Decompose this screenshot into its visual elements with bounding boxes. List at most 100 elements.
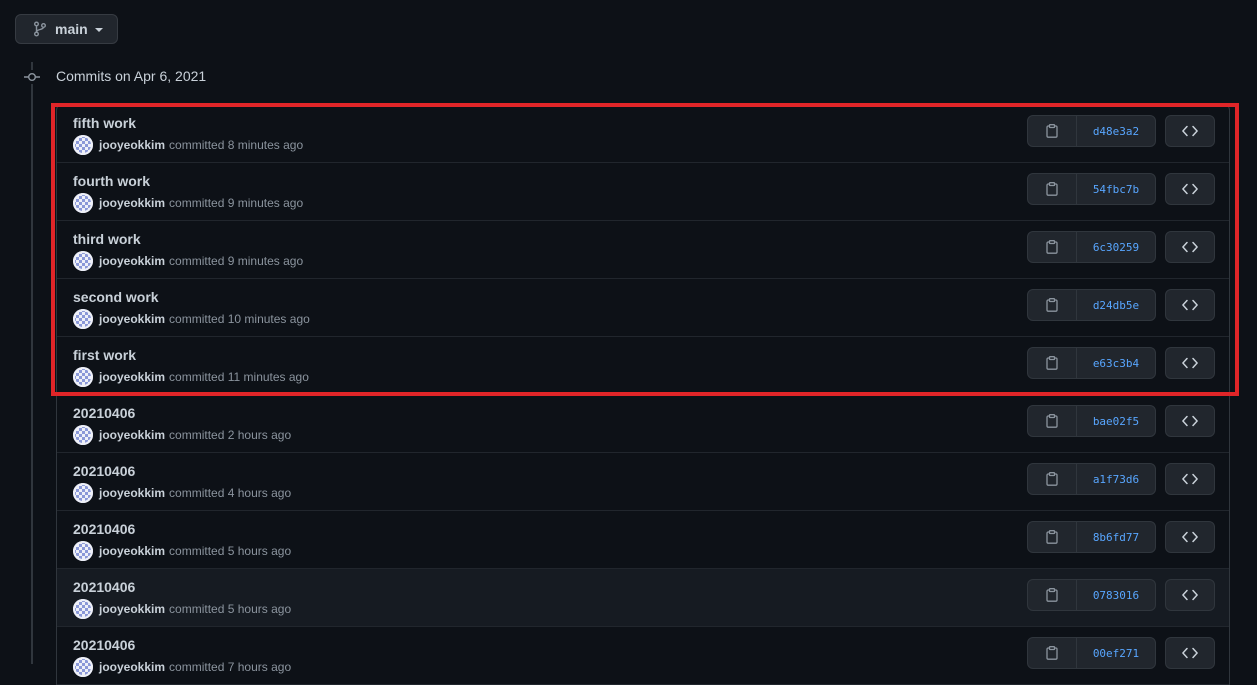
- copy-sha-button[interactable]: [1028, 522, 1077, 552]
- commit-author[interactable]: jooyeokkim: [99, 660, 165, 674]
- browse-repo-button[interactable]: [1165, 231, 1215, 263]
- commit-row: 20210406 jooyeokkim committed 5 hours ag…: [57, 569, 1229, 627]
- commit-title[interactable]: 20210406: [73, 463, 135, 479]
- commit-title[interactable]: second work: [73, 289, 159, 305]
- commit-row: fourth work jooyeokkim committed 9 minut…: [57, 163, 1229, 221]
- clipboard-icon: [1046, 472, 1058, 486]
- copy-sha-button[interactable]: [1028, 232, 1077, 262]
- commit-row: 20210406 jooyeokkim committed 2 hours ag…: [57, 395, 1229, 453]
- commit-verb: committed: [169, 428, 225, 442]
- commit-group-heading: Commits on Apr 6, 2021: [56, 68, 207, 84]
- commit-title[interactable]: 20210406: [73, 405, 135, 421]
- commit-sha-link[interactable]: 6c30259: [1077, 232, 1155, 262]
- commit-sha-link[interactable]: a1f73d6: [1077, 464, 1155, 494]
- browse-repo-button[interactable]: [1165, 579, 1215, 611]
- avatar[interactable]: [73, 251, 93, 271]
- commit-author[interactable]: jooyeokkim: [99, 196, 165, 210]
- browse-repo-button[interactable]: [1165, 173, 1215, 205]
- commit-row: 20210406 jooyeokkim committed 4 hours ag…: [57, 453, 1229, 511]
- commit-author[interactable]: jooyeokkim: [99, 602, 165, 616]
- copy-sha-button[interactable]: [1028, 406, 1077, 436]
- avatar[interactable]: [73, 367, 93, 387]
- commit-author[interactable]: jooyeokkim: [99, 370, 165, 384]
- avatar[interactable]: [73, 483, 93, 503]
- commit-verb: committed: [169, 196, 225, 210]
- commit-sha-link[interactable]: d48e3a2: [1077, 116, 1155, 146]
- browse-repo-button[interactable]: [1165, 463, 1215, 495]
- commit-author[interactable]: jooyeokkim: [99, 486, 165, 500]
- browse-repo-button[interactable]: [1165, 289, 1215, 321]
- commit-time: 11 minutes ago: [227, 370, 309, 384]
- commit-sha-link[interactable]: 0783016: [1077, 580, 1155, 610]
- branch-name: main: [55, 21, 88, 37]
- browse-repo-button[interactable]: [1165, 347, 1215, 379]
- code-icon: [1182, 299, 1198, 311]
- commit-sha-link[interactable]: e63c3b4: [1077, 348, 1155, 378]
- commit-verb: committed: [169, 486, 225, 500]
- commit-title[interactable]: fourth work: [73, 173, 150, 189]
- commit-sha-link[interactable]: 54fbc7b: [1077, 174, 1155, 204]
- sha-button-group: d24db5e: [1027, 289, 1156, 321]
- commit-title[interactable]: fifth work: [73, 115, 136, 131]
- commit-title[interactable]: third work: [73, 231, 141, 247]
- commit-author[interactable]: jooyeokkim: [99, 138, 165, 152]
- browse-repo-button[interactable]: [1165, 637, 1215, 669]
- commit-meta: jooyeokkim committed 5 hours ago: [73, 599, 291, 619]
- commit-meta: jooyeokkim committed 10 minutes ago: [73, 309, 310, 329]
- commit-row: second work jooyeokkim committed 10 minu…: [57, 279, 1229, 337]
- copy-sha-button[interactable]: [1028, 290, 1077, 320]
- avatar[interactable]: [73, 309, 93, 329]
- commit-sha-link[interactable]: 8b6fd77: [1077, 522, 1155, 552]
- sha-button-group: d48e3a2: [1027, 115, 1156, 147]
- browse-repo-button[interactable]: [1165, 115, 1215, 147]
- code-icon: [1182, 357, 1198, 369]
- commit-author[interactable]: jooyeokkim: [99, 428, 165, 442]
- commit-time: 9 minutes ago: [227, 196, 304, 210]
- sha-button-group: 00ef271: [1027, 637, 1156, 669]
- code-icon: [1182, 473, 1198, 485]
- avatar[interactable]: [73, 193, 93, 213]
- avatar[interactable]: [73, 541, 93, 561]
- commit-list: fifth work jooyeokkim committed 8 minute…: [56, 104, 1230, 685]
- sha-button-group: 0783016: [1027, 579, 1156, 611]
- copy-sha-button[interactable]: [1028, 174, 1077, 204]
- copy-sha-button[interactable]: [1028, 580, 1077, 610]
- branch-select-button[interactable]: main: [15, 14, 118, 44]
- clipboard-icon: [1046, 298, 1058, 312]
- commit-verb: committed: [169, 370, 225, 384]
- avatar[interactable]: [73, 599, 93, 619]
- commit-author[interactable]: jooyeokkim: [99, 544, 165, 558]
- avatar[interactable]: [73, 657, 93, 677]
- copy-sha-button[interactable]: [1028, 116, 1077, 146]
- commit-verb: committed: [169, 254, 225, 268]
- commit-time: 5 hours ago: [227, 602, 292, 616]
- code-icon: [1182, 415, 1198, 427]
- commit-meta: jooyeokkim committed 8 minutes ago: [73, 135, 303, 155]
- commit-author[interactable]: jooyeokkim: [99, 254, 165, 268]
- commit-title[interactable]: 20210406: [73, 521, 135, 537]
- code-icon: [1182, 647, 1198, 659]
- avatar[interactable]: [73, 135, 93, 155]
- commit-sha-link[interactable]: d24db5e: [1077, 290, 1155, 320]
- timeline-line: [31, 62, 33, 664]
- commit-meta: jooyeokkim committed 7 hours ago: [73, 657, 291, 677]
- commit-sha-link[interactable]: bae02f5: [1077, 406, 1155, 436]
- browse-repo-button[interactable]: [1165, 521, 1215, 553]
- browse-repo-button[interactable]: [1165, 405, 1215, 437]
- commit-title[interactable]: 20210406: [73, 637, 135, 653]
- commit-title[interactable]: 20210406: [73, 579, 135, 595]
- clipboard-icon: [1046, 124, 1058, 138]
- clipboard-icon: [1046, 530, 1058, 544]
- caret-down-icon: [94, 28, 103, 32]
- commit-title[interactable]: first work: [73, 347, 136, 363]
- sha-button-group: e63c3b4: [1027, 347, 1156, 379]
- commit-time: 9 minutes ago: [227, 254, 304, 268]
- avatar[interactable]: [73, 425, 93, 445]
- commit-author[interactable]: jooyeokkim: [99, 312, 165, 326]
- copy-sha-button[interactable]: [1028, 348, 1077, 378]
- commit-time: 10 minutes ago: [227, 312, 310, 326]
- code-icon: [1182, 125, 1198, 137]
- commit-row: fifth work jooyeokkim committed 8 minute…: [57, 105, 1229, 163]
- copy-sha-button[interactable]: [1028, 464, 1077, 494]
- commit-meta: jooyeokkim committed 11 minutes ago: [73, 367, 309, 387]
